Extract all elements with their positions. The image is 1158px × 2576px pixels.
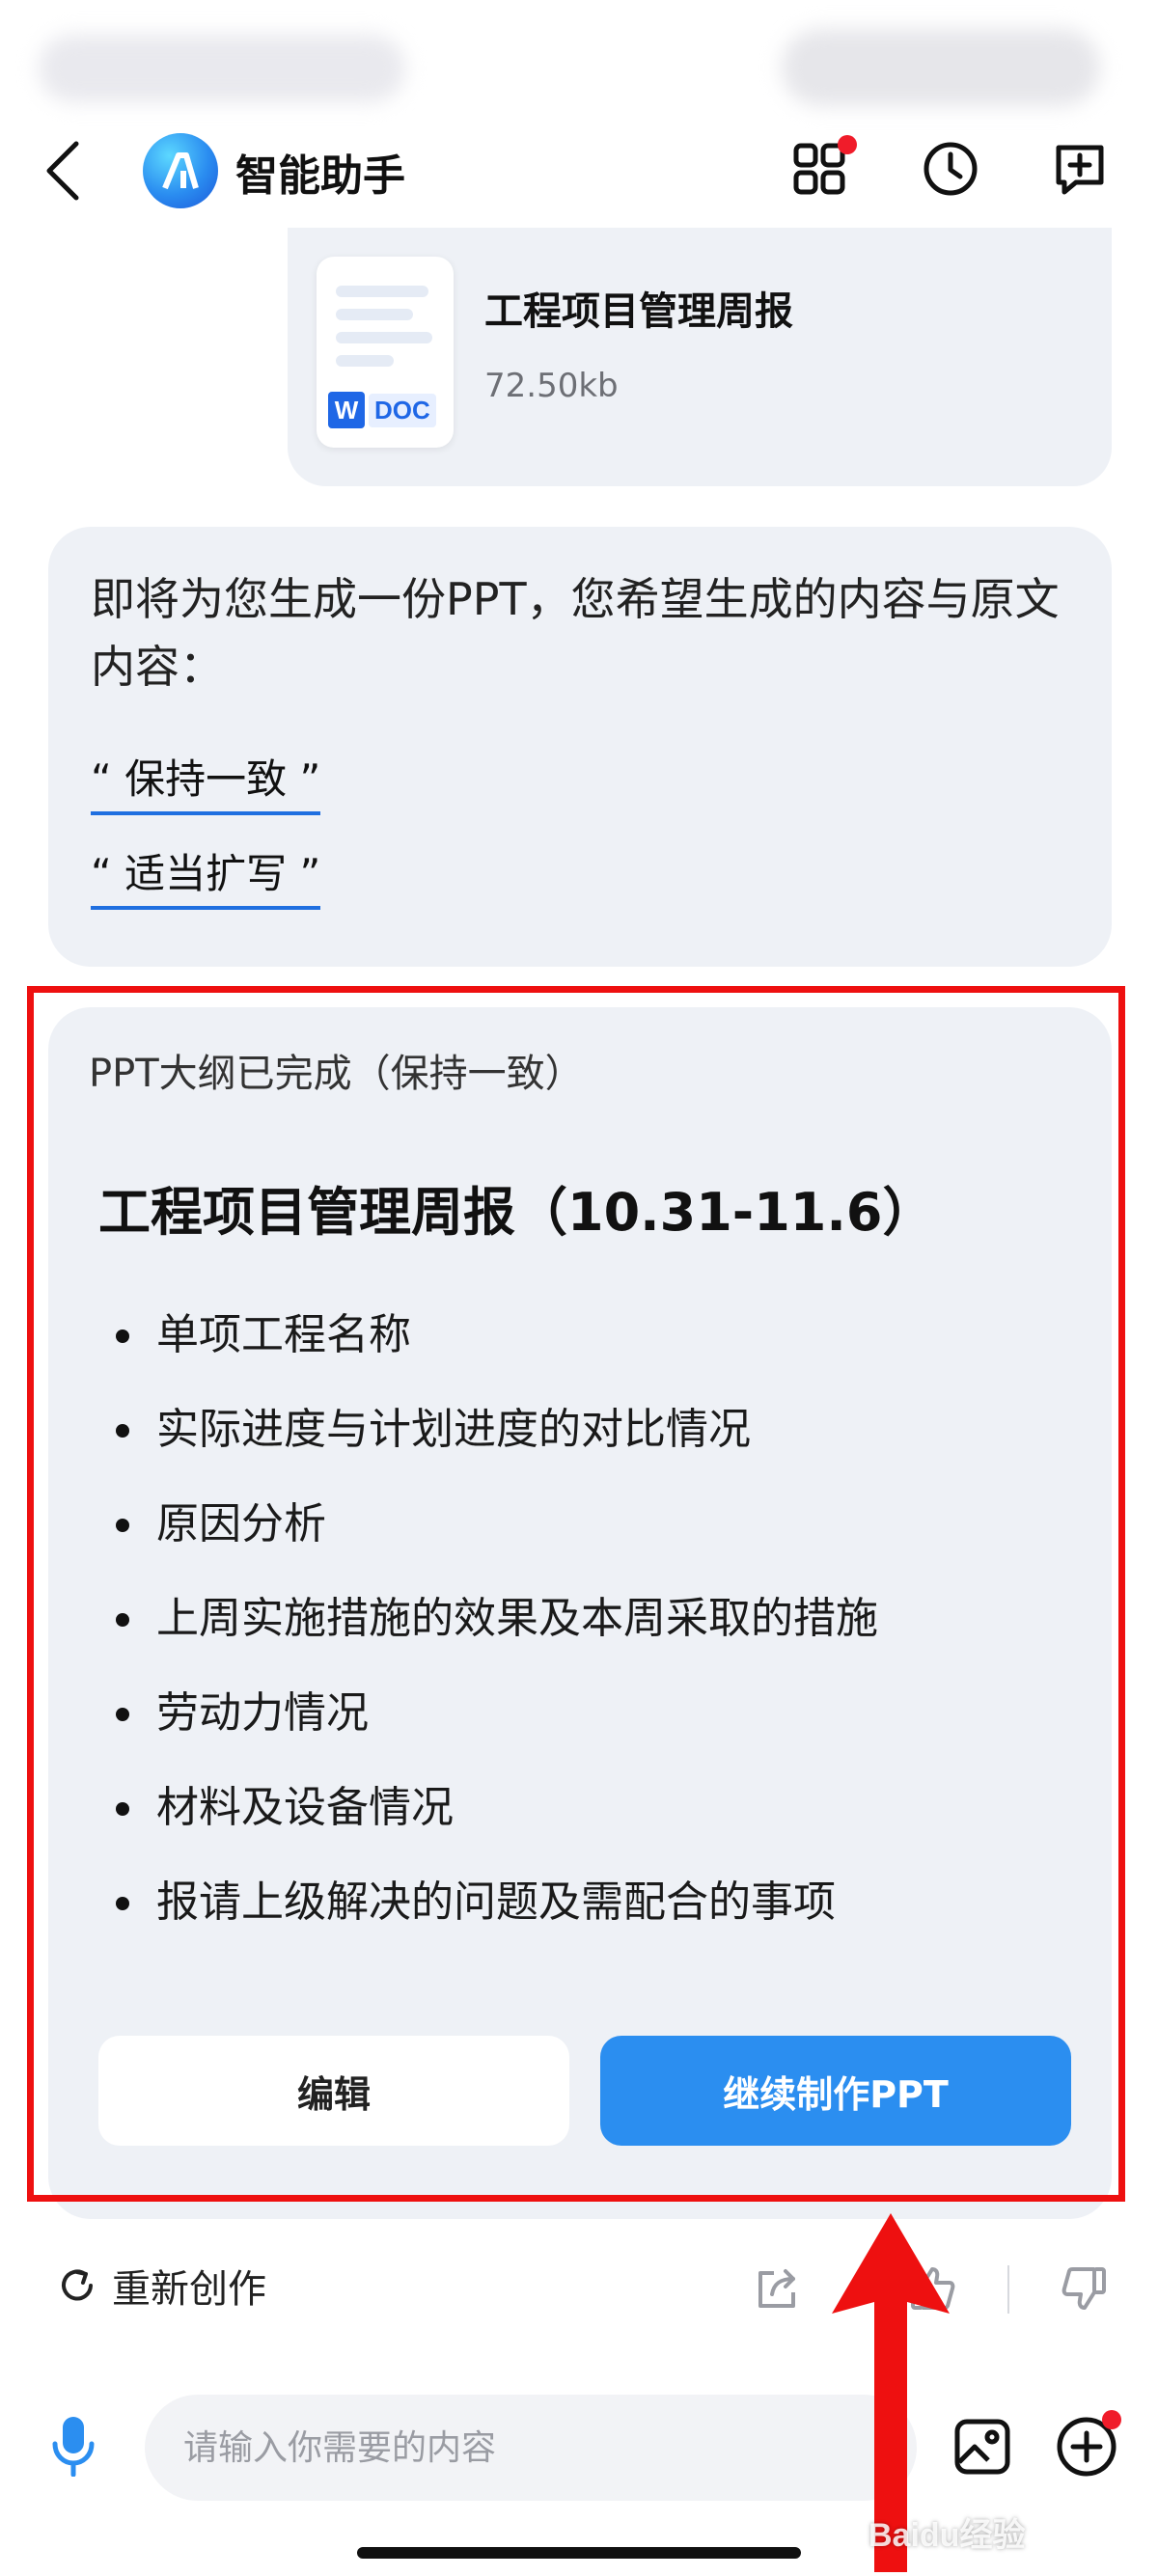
outline-status: PPT大纲已完成（保持一致） bbox=[89, 1052, 584, 1096]
option-expand-content[interactable]: “ 适当扩写 ” bbox=[91, 841, 321, 910]
status-bar bbox=[0, 0, 1158, 116]
ppt-outline-card: PPT大纲已完成（保持一致） 工程项目管理周报（10.31-11.6） 单项工程… bbox=[48, 1007, 1112, 2219]
prompt-text: 即将为您生成一份PPT，您希望生成的内容与原文内容： bbox=[91, 573, 1060, 693]
notification-dot bbox=[1102, 2410, 1121, 2429]
refresh-icon bbox=[62, 2269, 93, 2301]
grid-apps-icon[interactable] bbox=[787, 135, 857, 201]
option-keep-consistent[interactable]: “ 保持一致 ” bbox=[91, 747, 321, 815]
regenerate-label: 重新创作 bbox=[112, 2267, 266, 2312]
outline-item: 材料及设备情况 bbox=[116, 1769, 878, 1864]
outline-item: 上周实施措施的效果及本周采取的措施 bbox=[116, 1580, 878, 1675]
app-logo bbox=[143, 133, 218, 208]
message-actions-row: 重新创作 bbox=[0, 2248, 1158, 2335]
outline-title: 工程项目管理周报（10.31-11.6） bbox=[98, 1182, 935, 1243]
assistant-prompt-bubble: 即将为您生成一份PPT，您希望生成的内容与原文内容： “ 保持一致 ” “ 适当… bbox=[48, 527, 1112, 967]
share-icon[interactable] bbox=[749, 2260, 807, 2317]
edit-button[interactable]: 编辑 bbox=[98, 2036, 569, 2146]
new-chat-icon[interactable] bbox=[1048, 137, 1112, 201]
outline-item: 报请上级解决的问题及需配合的事项 bbox=[116, 1864, 878, 1959]
message-input[interactable] bbox=[145, 2395, 917, 2501]
chat-input-bar bbox=[0, 2383, 1158, 2501]
microphone-icon[interactable] bbox=[44, 2412, 102, 2480]
outline-item: 单项工程名称 bbox=[116, 1297, 878, 1391]
outline-item: 原因分析 bbox=[116, 1486, 878, 1580]
baidu-watermark: Baidu经验 bbox=[868, 2517, 1026, 2554]
app-header: 智能助手 bbox=[0, 116, 1158, 222]
back-icon[interactable] bbox=[39, 137, 87, 205]
outline-list: 单项工程名称 实际进度与计划进度的对比情况 原因分析 上周实施措施的效果及本周采… bbox=[116, 1297, 878, 1959]
doc-file-thumbnail: W DOC bbox=[317, 257, 454, 448]
file-name: 工程项目管理周报 bbox=[484, 289, 793, 334]
notification-dot bbox=[838, 135, 857, 154]
status-bar-left-blurred bbox=[39, 35, 405, 102]
app-title: 智能助手 bbox=[235, 151, 405, 201]
file-message-bubble[interactable]: W DOC 工程项目管理周报 72.50kb bbox=[288, 228, 1112, 486]
outline-item: 劳动力情况 bbox=[116, 1675, 878, 1769]
continue-ppt-button[interactable]: 继续制作PPT bbox=[600, 2036, 1071, 2146]
thumbs-down-icon[interactable] bbox=[1056, 2260, 1114, 2317]
regenerate-button[interactable]: 重新创作 bbox=[56, 2258, 266, 2314]
home-indicator bbox=[357, 2547, 801, 2559]
file-size: 72.50kb bbox=[484, 367, 619, 405]
image-upload-icon[interactable] bbox=[948, 2412, 1017, 2481]
divider bbox=[1007, 2265, 1009, 2314]
word-doc-icon: W DOC bbox=[328, 390, 436, 430]
status-bar-right-blurred bbox=[782, 29, 1100, 106]
outline-item: 实际进度与计划进度的对比情况 bbox=[116, 1391, 878, 1486]
history-clock-icon[interactable] bbox=[919, 137, 982, 201]
add-plus-icon[interactable] bbox=[1052, 2410, 1121, 2481]
